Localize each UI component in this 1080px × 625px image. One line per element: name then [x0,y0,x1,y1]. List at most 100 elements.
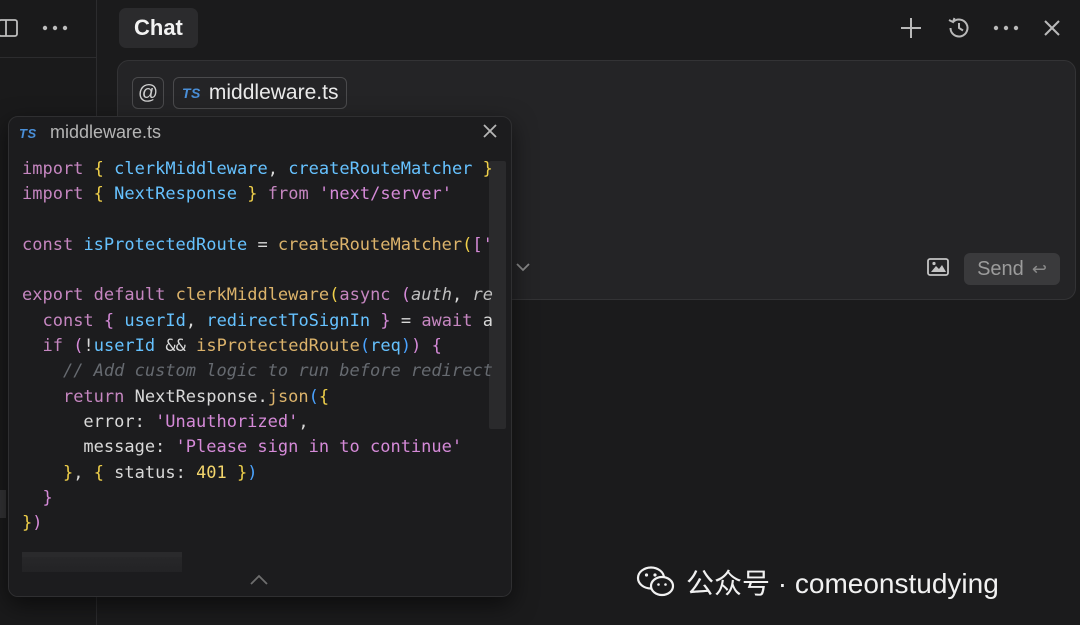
panel-toggle-icon[interactable] [0,14,22,42]
code-token: default [93,285,166,306]
code-token: } [22,513,33,534]
code-token: auth [411,285,452,306]
code-token: = [247,234,278,255]
code-token: 'next/server' [318,184,453,205]
code-token: userId [93,336,156,357]
image-attach-icon[interactable] [926,257,954,281]
code-line: import { NextResponse } from 'next/serve… [22,182,500,207]
code-token: } [482,159,493,179]
return-key-icon: ↩ [1031,258,1047,279]
file-preview-popup: TS middleware.ts import { clerkMiddlewar… [8,116,512,597]
code-line: return NextResponse.json({ [22,385,500,410]
code-token: ( [73,336,84,357]
code-token: } [380,310,391,331]
code-token: && [155,336,197,357]
code-line: export default clerkMiddleware(async (au… [22,283,500,308]
close-chat-icon[interactable] [1036,12,1068,44]
code-token: ( [329,285,340,306]
code-token: createRouteMatcher [288,159,473,179]
code-token: await [421,310,473,331]
code-token: NextResponse [114,184,237,205]
code-token: async [339,285,391,306]
code-token: { [93,159,104,179]
code-token: // Add custom logic to run before redire… [62,361,493,382]
code-token: const [42,310,94,331]
code-token: ( [462,234,473,255]
code-token: . [257,386,268,407]
code-line: const { userId, redirectToSignIn } = awa… [22,309,500,334]
code-token: ) [411,336,422,357]
code-line: }, { status: 401 }) [22,461,500,486]
popup-file-name: middleware.ts [50,122,162,142]
code-token: } [247,184,258,205]
watermark: 公众号 · comeonstudying [636,562,999,602]
code-token: ) [400,336,412,357]
close-popup-icon[interactable] [481,122,503,144]
mention-button[interactable]: @ [132,77,164,109]
send-label: Send [977,257,1024,280]
code-token: clerkMiddleware [175,285,330,306]
watermark-text: 公众号 · comeonstudying [686,568,999,599]
code-token: message: [22,437,176,458]
code-token: ( [359,336,371,357]
chevron-up-icon[interactable] [249,573,271,587]
code-token: return [62,386,125,407]
typescript-icon: TS [182,85,201,101]
code-token: , [267,159,289,179]
send-button[interactable]: Send ↩ [964,253,1060,285]
more-options-icon[interactable] [40,14,70,42]
code-token: createRouteMatcher [277,234,463,255]
code-token: ( [400,285,412,306]
context-file-name: middleware.ts [208,81,339,104]
chat-more-icon[interactable] [990,12,1022,44]
code-token: [ [472,234,483,255]
code-token: a [472,310,493,331]
code-token: 'Please sign in to continue' [175,437,463,458]
code-token: error: [22,411,156,432]
code-token: if [42,336,63,357]
new-chat-plus-icon[interactable] [895,12,927,44]
history-icon[interactable] [943,12,975,44]
code-preview: import { clerkMiddleware, createRouteMat… [22,157,500,587]
code-line: import { clerkMiddleware, createRouteMat… [22,157,500,182]
code-token: { [431,336,442,357]
code-line: const isProtectedRoute = createRouteMatc… [22,233,500,258]
code-token: , [185,310,207,331]
code-token: isProtectedRoute [83,234,248,255]
left-active-indicator [0,490,6,518]
code-token: { [318,386,330,407]
code-token: isProtectedRoute [196,336,360,357]
code-token: req [370,336,401,357]
chat-title-tab[interactable]: Chat [119,8,198,48]
code-token: clerkMiddleware [114,159,268,179]
code-token: ! [83,336,94,357]
code-token: { [103,310,115,331]
code-token: json [267,386,309,407]
code-token: NextResponse [134,386,258,407]
context-file-chip[interactable]: TS middleware.ts [173,77,348,109]
code-line: } [22,486,500,511]
code-token: import [22,184,84,205]
chevron-down-icon[interactable] [515,259,535,275]
code-token: 'Unauthorized' [155,411,299,432]
code-token: , [73,462,94,483]
code-token: , [298,411,309,432]
